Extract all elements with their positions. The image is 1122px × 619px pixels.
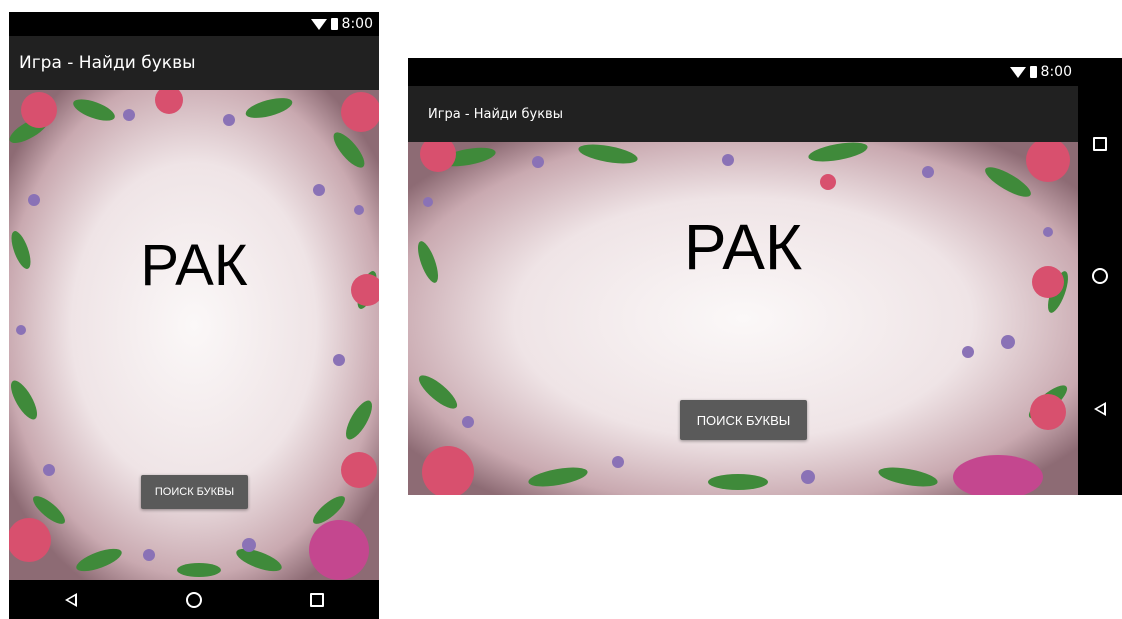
home-icon[interactable] — [1088, 264, 1112, 288]
app-title: Игра - Найди буквы — [428, 106, 563, 122]
game-content: РАК поиск буквы — [9, 90, 379, 580]
game-content: РАК поиск буквы — [408, 142, 1078, 495]
wifi-icon — [310, 18, 327, 30]
recents-icon[interactable] — [1088, 132, 1112, 156]
search-letters-button[interactable]: поиск буквы — [680, 400, 807, 440]
status-time: 8:00 — [341, 16, 373, 32]
status-bar: 8:00 — [9, 12, 379, 36]
app-title: Игра - Найди буквы — [19, 53, 196, 73]
target-word: РАК — [140, 233, 248, 298]
back-icon[interactable] — [59, 588, 83, 612]
battery-icon — [330, 18, 338, 30]
recents-icon[interactable] — [305, 588, 329, 612]
back-icon[interactable] — [1088, 397, 1112, 421]
battery-icon — [1029, 66, 1037, 78]
search-letters-button[interactable]: поиск буквы — [141, 475, 248, 509]
app-bar: Игра - Найди буквы — [408, 86, 1078, 142]
home-icon[interactable] — [182, 588, 206, 612]
landscape-screen: 8:00 Игра - Найди буквы РАК ПОИСК БУКВЫ — [408, 58, 1122, 495]
floral-background — [408, 142, 1078, 495]
app-bar: Игра - Найди буквы — [9, 36, 379, 90]
target-word: РАК — [683, 211, 803, 283]
status-time: 8:00 — [1040, 64, 1072, 80]
nav-bar — [9, 580, 379, 619]
portrait-screen: 8:00 Игра - Найди буквы РАК ПОИСК БУКВЫ — [9, 12, 379, 619]
nav-bar — [1078, 58, 1122, 495]
status-bar: 8:00 — [408, 58, 1078, 86]
wifi-icon — [1009, 66, 1026, 78]
